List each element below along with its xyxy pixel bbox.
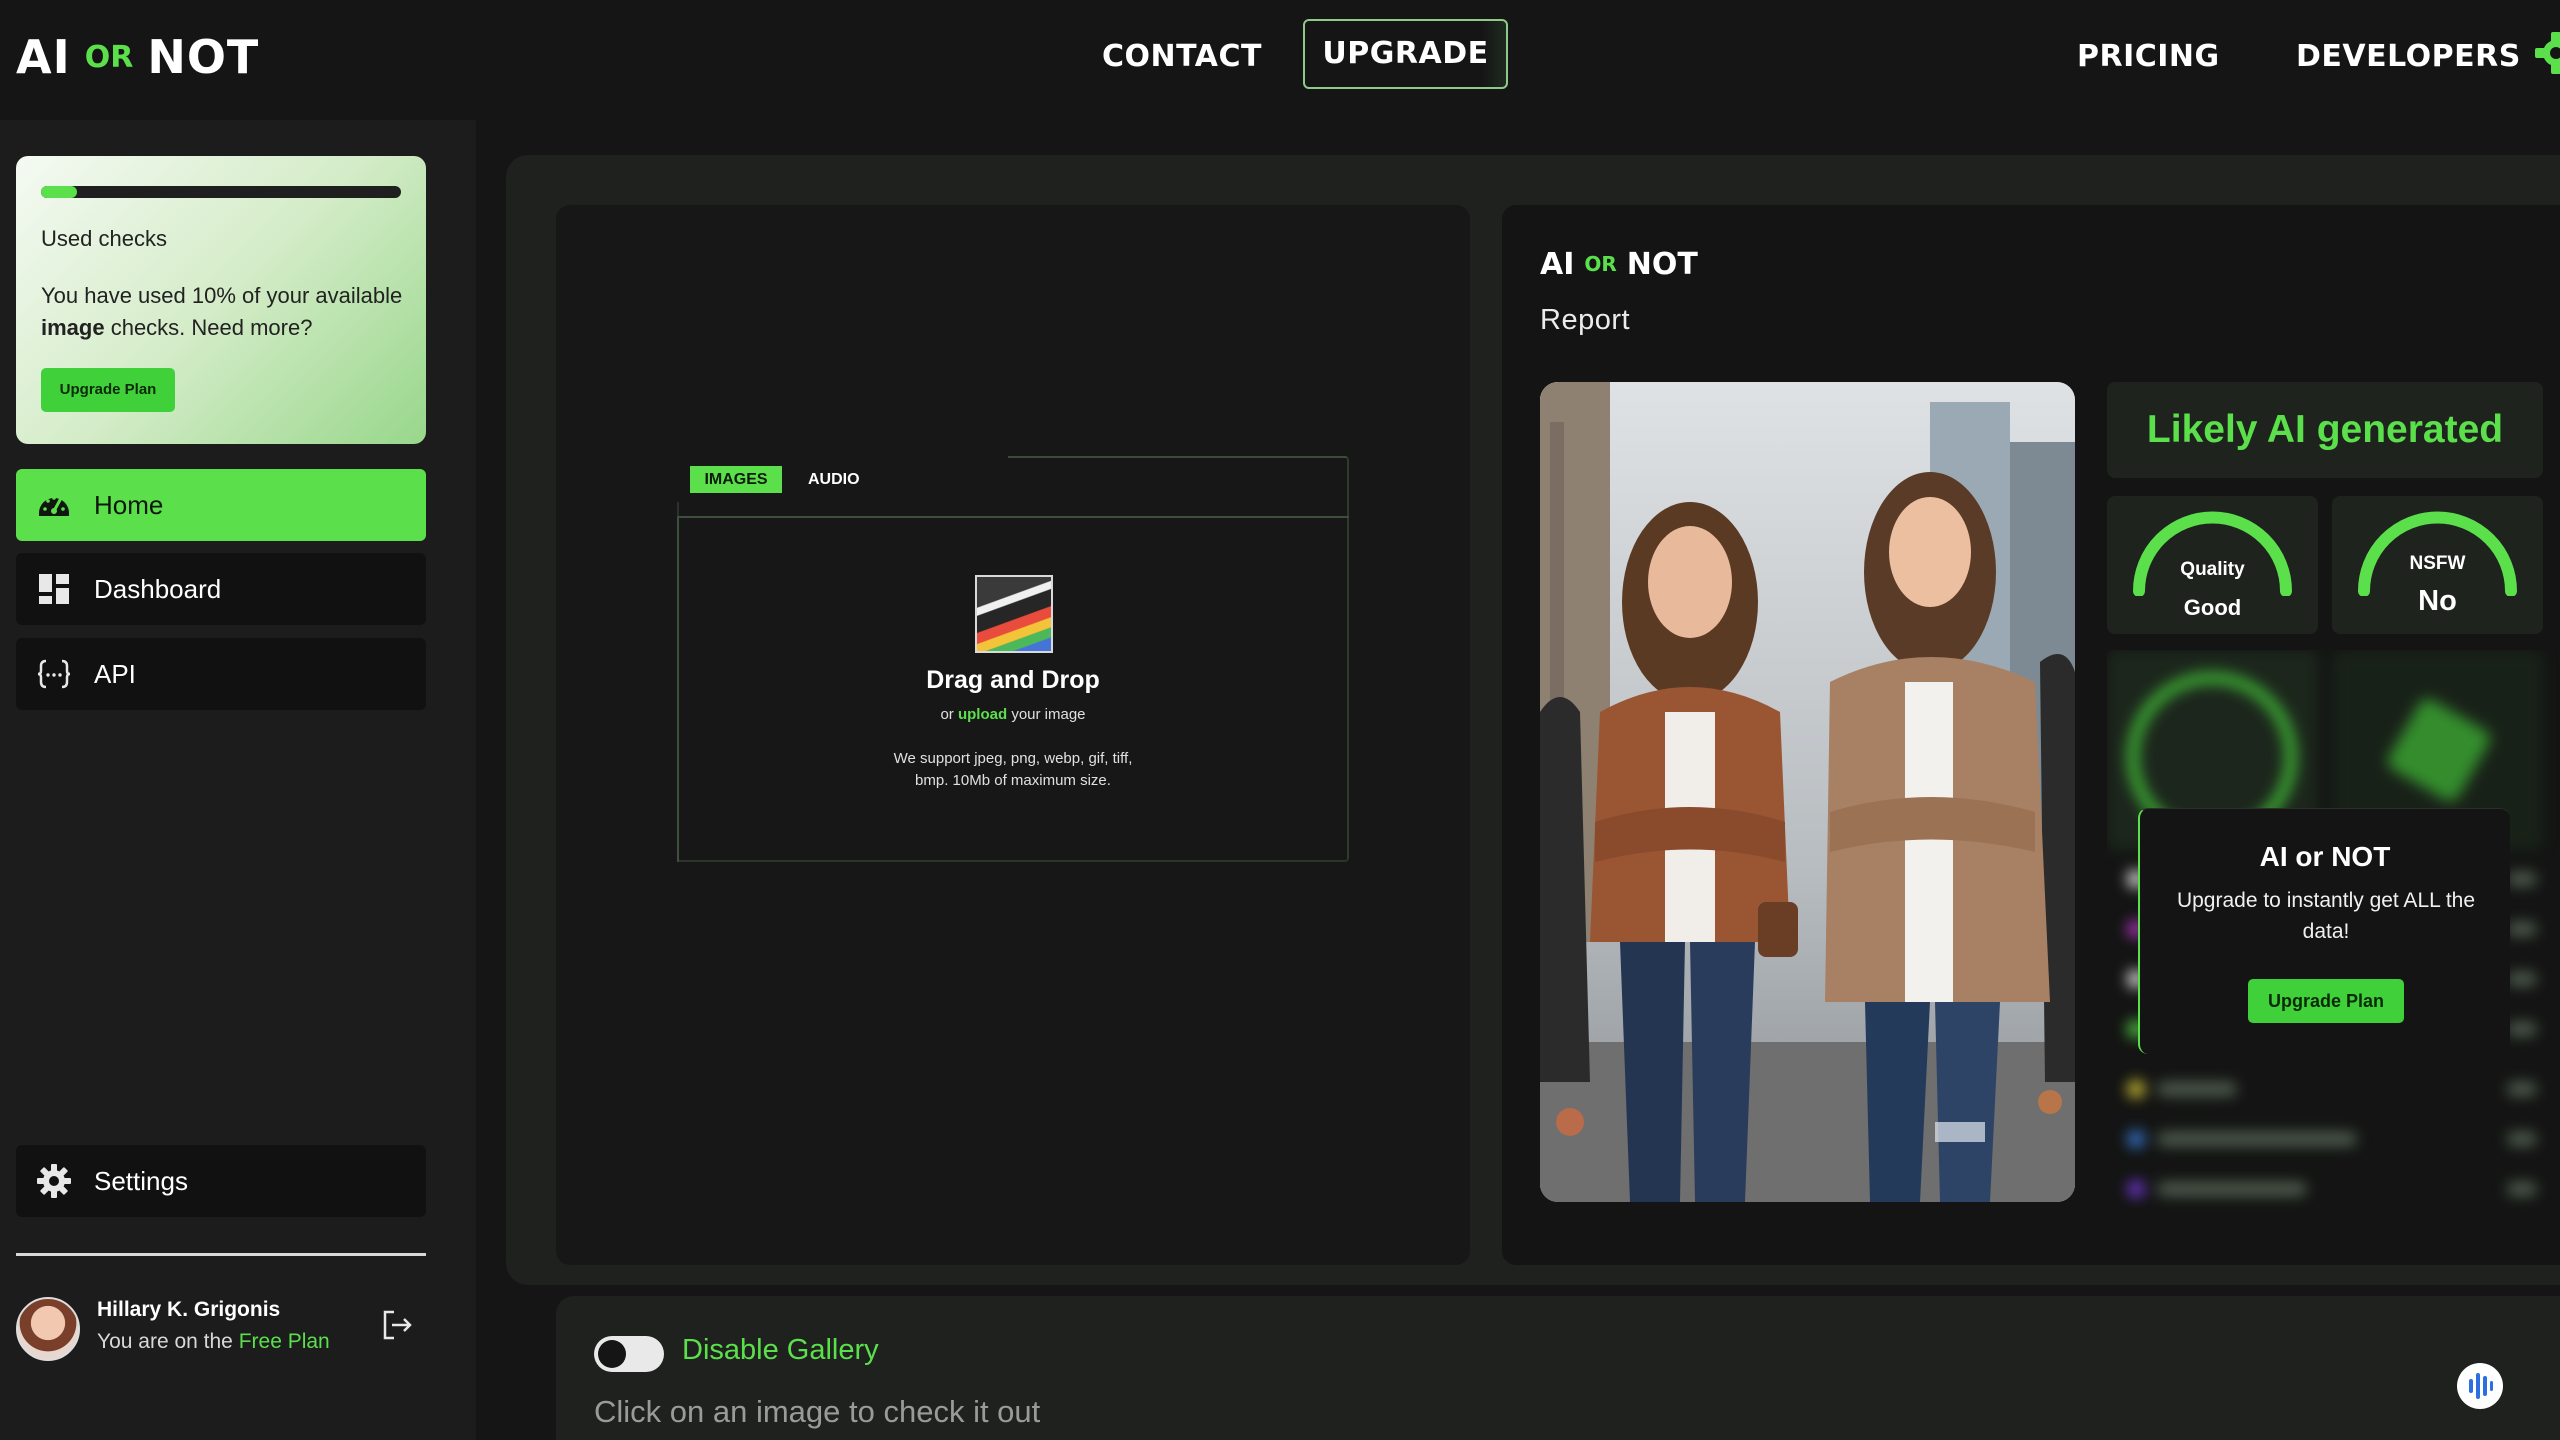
nav-developers-link[interactable]: DEVELOPERS [2296, 22, 2521, 92]
user-avatar[interactable] [16, 1297, 80, 1361]
drop-subtitle: or upload your image [677, 706, 1349, 723]
logo-not: NOT [147, 30, 260, 84]
usage-title: Used checks [41, 226, 167, 251]
tab-images[interactable]: IMAGES [690, 466, 782, 493]
quality-label: Quality [2180, 559, 2245, 580]
usage-upgrade-plan-button[interactable]: Upgrade Plan [41, 368, 175, 412]
tab-audio[interactable]: AUDIO [808, 466, 860, 493]
audio-bars-icon [2469, 1373, 2493, 1399]
nav-pricing-link[interactable]: PRICING [2077, 22, 2220, 92]
toggle-knob [598, 1340, 626, 1368]
braces-icon [37, 659, 71, 689]
usage-progress-fill [41, 186, 77, 198]
verdict-label: Likely AI generated [2107, 382, 2543, 478]
nsfw-gauge: NSFW No [2332, 496, 2543, 634]
disable-gallery-label[interactable]: Disable Gallery [682, 1334, 879, 1367]
user-name: Hillary K. Grigonis [97, 1298, 281, 1321]
gear-icon [37, 1164, 71, 1198]
logo-ai: AI [16, 30, 71, 84]
analyzed-photo [1540, 382, 2075, 1202]
user-plan-text: You are on the Free Plan [97, 1330, 330, 1354]
report-logo: AI OR NOT [1540, 243, 1698, 285]
drop-sub-prefix: or [940, 706, 958, 723]
nsfw-value: No [2418, 585, 2457, 617]
sidebar-item-settings-label: Settings [94, 1165, 188, 1196]
quality-value: Good [2183, 595, 2242, 620]
report-logo-ai: AI [1540, 246, 1575, 282]
usage-text-prefix: You have used 10% of your available [41, 283, 403, 308]
speedometer-icon [39, 496, 69, 516]
report-logo-or: OR [1584, 252, 1617, 276]
user-plan-prefix: You are on the [97, 1330, 239, 1353]
usage-progress-bar [41, 186, 401, 198]
usage-text-suffix: checks. Need more? [104, 315, 313, 340]
quality-gauge-arc [2133, 511, 2292, 596]
usage-card: Used checks You have used 10% of your av… [16, 156, 426, 444]
drop-title: Drag and Drop [926, 666, 1100, 694]
upsell-upgrade-plan-button[interactable]: Upgrade Plan [2248, 979, 2404, 1023]
report-logo-not: NOT [1626, 246, 1698, 282]
logo-or: OR [84, 39, 134, 75]
upload-image-icon [975, 575, 1053, 653]
dashboard-grid-icon [39, 574, 69, 604]
sidebar-item-api[interactable]: API [16, 638, 426, 710]
nav-contact-link[interactable]: CONTACT [1102, 22, 1262, 92]
upload-link[interactable]: upload [958, 706, 1007, 723]
nav-upgrade-button[interactable]: UPGRADE [1303, 19, 1508, 89]
sidebar-item-api-label: API [94, 658, 136, 689]
usage-description: You have used 10% of your available imag… [41, 280, 411, 344]
quality-gauge: Quality Good [2107, 496, 2318, 634]
sidebar-divider [16, 1253, 426, 1256]
logout-icon[interactable] [380, 1308, 414, 1342]
sidebar-item-dashboard[interactable]: Dashboard [16, 553, 426, 625]
drop-sub-suffix: your image [1007, 706, 1086, 723]
report-subtitle: Report [1540, 304, 1631, 336]
free-plan-link[interactable]: Free Plan [239, 1330, 330, 1353]
sidebar-item-home[interactable]: Home [16, 469, 426, 541]
assistant-button[interactable] [2457, 1363, 2503, 1409]
header-gear-icon[interactable] [2532, 30, 2560, 76]
supported-formats-text: We support jpeg, png, webp, gif, tiff, b… [870, 748, 1156, 792]
upsell-card: AI or NOT Upgrade to instantly get ALL t… [2138, 808, 2510, 1054]
upsell-title: AI or NOT [2259, 841, 2391, 872]
app-logo[interactable]: AI OR NOT [16, 22, 259, 92]
upsell-text: Upgrade to instantly get ALL the data! [2176, 889, 2476, 943]
nsfw-label: NSFW [2409, 553, 2466, 574]
supported-formats-line-1: We support jpeg, png, webp, gif, tiff, [893, 750, 1133, 767]
usage-text-bold: image [41, 315, 105, 340]
sidebar-item-dashboard-label: Dashboard [94, 573, 222, 604]
nsfw-gauge-arc [2358, 511, 2517, 596]
sidebar-item-settings[interactable]: Settings [16, 1145, 426, 1217]
supported-formats-line-2: bmp. 10Mb of maximum size. [915, 772, 1111, 789]
gallery-hint: Click on an image to check it out [594, 1394, 1041, 1429]
sidebar-item-home-label: Home [94, 489, 164, 520]
